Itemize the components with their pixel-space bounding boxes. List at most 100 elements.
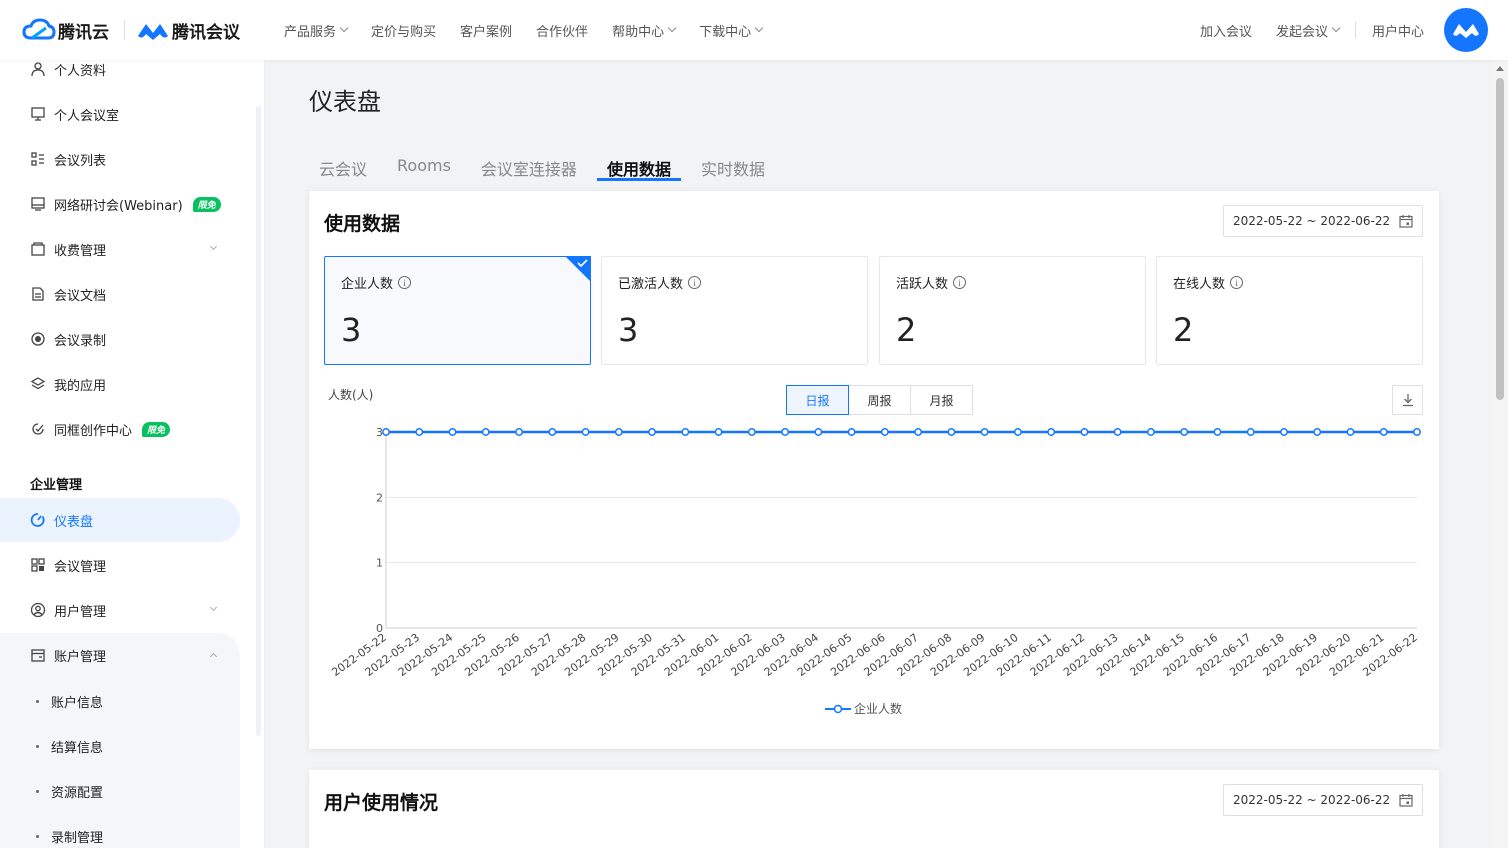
data-point[interactable]: [1379, 428, 1388, 436]
document-icon: [30, 286, 46, 302]
page-scrollbar[interactable]: [1492, 60, 1508, 848]
data-point[interactable]: [1146, 428, 1155, 436]
stat-card[interactable]: 已激活人数 i 3: [601, 256, 868, 365]
data-point[interactable]: [415, 428, 424, 436]
tab-1[interactable]: Rooms: [387, 148, 461, 181]
usage-line-chart: 01232022-05-222022-05-232022-05-242022-0…: [329, 426, 1421, 679]
data-point[interactable]: [581, 428, 590, 436]
data-point[interactable]: [847, 428, 856, 436]
data-point[interactable]: [448, 428, 457, 436]
scroll-up-arrow-icon[interactable]: [1496, 66, 1504, 71]
sidebar-item-record[interactable]: 会议录制: [0, 317, 240, 361]
data-point[interactable]: [1213, 428, 1222, 436]
join-meeting-link[interactable]: 加入会议: [1200, 21, 1252, 40]
tencent-cloud-logo[interactable]: 腾讯云: [22, 16, 109, 44]
dashboard-icon: [30, 512, 46, 528]
tab-2[interactable]: 会议室连接器: [471, 148, 587, 181]
sidebar-item-list[interactable]: 会议列表: [0, 137, 240, 181]
nav-item-1[interactable]: 定价与购买: [371, 21, 436, 40]
page-scrollbar-thumb[interactable]: [1496, 78, 1504, 400]
sidebar-item-wallet[interactable]: 收费管理: [0, 227, 240, 271]
tab-4[interactable]: 实时数据: [691, 148, 775, 181]
stat-value: 2: [1173, 311, 1194, 349]
sidebar-item-creation[interactable]: 同框创作中心 限免: [0, 407, 240, 451]
user-usage-date-range-picker[interactable]: 2022-05-22 ~ 2022-06-22: [1223, 784, 1423, 816]
sidebar-item-meeting-room[interactable]: 个人会议室: [0, 92, 240, 136]
sidebar-item-document[interactable]: 会议文档: [0, 272, 240, 316]
download-icon: [1402, 394, 1413, 407]
data-point[interactable]: [880, 428, 889, 436]
avatar[interactable]: [1444, 8, 1488, 52]
data-point[interactable]: [1013, 428, 1022, 436]
sidebar-item-label: 我的应用: [54, 378, 107, 394]
sidebar-item-label: 用户管理: [54, 604, 107, 620]
account-submenu-label: 结算信息: [51, 741, 104, 756]
data-point[interactable]: [814, 428, 823, 436]
sidebar-item-monitor[interactable]: 网络研讨会(Webinar) 限免: [0, 182, 240, 226]
segment-button-0[interactable]: 日报: [786, 385, 849, 415]
data-point[interactable]: [747, 428, 756, 436]
data-point[interactable]: [681, 428, 690, 436]
account-submenu-item[interactable]: 资源配置: [36, 782, 103, 801]
account-submenu-item[interactable]: 账户信息: [36, 692, 103, 711]
user-center-link[interactable]: 用户中心: [1372, 21, 1424, 40]
data-point[interactable]: [1346, 428, 1355, 436]
data-point[interactable]: [1246, 428, 1255, 436]
sidebar-scrollbar[interactable]: [256, 106, 261, 736]
free-badge: 限免: [142, 421, 171, 437]
tencent-meeting-logo[interactable]: 腾讯会议: [136, 18, 240, 43]
nav-item-4[interactable]: 帮助中心: [612, 21, 677, 40]
dashboard-tabs: 云会议 Rooms 会议室连接器 使用数据 实时数据: [309, 148, 785, 184]
y-tick-label: 2: [376, 491, 383, 504]
tab-3[interactable]: 使用数据: [596, 148, 681, 181]
data-point[interactable]: [648, 428, 657, 436]
sidebar-item-dashboard[interactable]: 仪表盘: [0, 498, 240, 542]
data-point[interactable]: [1047, 428, 1056, 436]
sidebar-item-users[interactable]: 用户管理: [0, 588, 240, 632]
data-point[interactable]: [1180, 428, 1189, 436]
info-icon[interactable]: i: [688, 276, 702, 289]
stat-card[interactable]: 活跃人数 i 2: [879, 256, 1146, 365]
data-point[interactable]: [382, 428, 390, 436]
tab-0[interactable]: 云会议: [309, 148, 377, 181]
account-submenu-item[interactable]: 录制管理: [36, 827, 103, 846]
data-point[interactable]: [1280, 428, 1288, 436]
data-point[interactable]: [1413, 428, 1421, 436]
chevron-down-icon: [667, 23, 677, 33]
nav-item-2[interactable]: 客户案例: [460, 21, 512, 40]
data-point[interactable]: [515, 428, 523, 436]
data-point[interactable]: [1080, 428, 1089, 436]
account-submenu-item[interactable]: 结算信息: [36, 737, 103, 756]
usage-date-range-picker[interactable]: 2022-05-22 ~ 2022-06-22: [1223, 205, 1423, 237]
data-point[interactable]: [947, 428, 956, 436]
record-icon: [30, 331, 46, 347]
data-point[interactable]: [614, 428, 623, 436]
data-point[interactable]: [914, 428, 923, 436]
nav-item-0[interactable]: 产品服务: [284, 21, 349, 40]
sidebar-item-account[interactable]: 账户管理: [0, 633, 240, 677]
info-icon[interactable]: i: [1230, 276, 1244, 289]
stat-card[interactable]: 在线人数 i 2: [1156, 256, 1423, 365]
user-usage-date-range-value: 2022-05-22 ~ 2022-06-22: [1233, 793, 1391, 807]
data-point[interactable]: [481, 428, 490, 436]
data-point[interactable]: [1313, 428, 1322, 436]
sidebar-item-grid[interactable]: 会议管理: [0, 543, 240, 587]
info-icon[interactable]: i: [953, 276, 967, 289]
start-meeting-dropdown[interactable]: 发起会议: [1276, 21, 1341, 40]
nav-item-5[interactable]: 下载中心: [699, 21, 764, 40]
stat-card[interactable]: 企业人数 i 3: [324, 256, 591, 365]
data-point[interactable]: [714, 428, 723, 436]
usage-data-card: 使用数据 2022-05-22 ~ 2022-06-22 企业人数 i 3 已激活人数…: [309, 191, 1439, 749]
nav-item-3[interactable]: 合作伙伴: [536, 21, 588, 40]
header-divider: [1354, 22, 1356, 38]
data-point[interactable]: [781, 428, 790, 436]
sidebar-item-user[interactable]: 个人资料: [0, 60, 240, 91]
stat-value: 2: [896, 311, 917, 349]
data-point[interactable]: [548, 428, 557, 436]
info-icon[interactable]: i: [398, 276, 412, 289]
sidebar-item-layers[interactable]: 我的应用: [0, 362, 240, 406]
meeting-avatar-icon: [1453, 24, 1479, 38]
data-point[interactable]: [1113, 428, 1122, 436]
chart-legend[interactable]: 企业人数: [825, 700, 902, 717]
data-point[interactable]: [980, 428, 989, 436]
